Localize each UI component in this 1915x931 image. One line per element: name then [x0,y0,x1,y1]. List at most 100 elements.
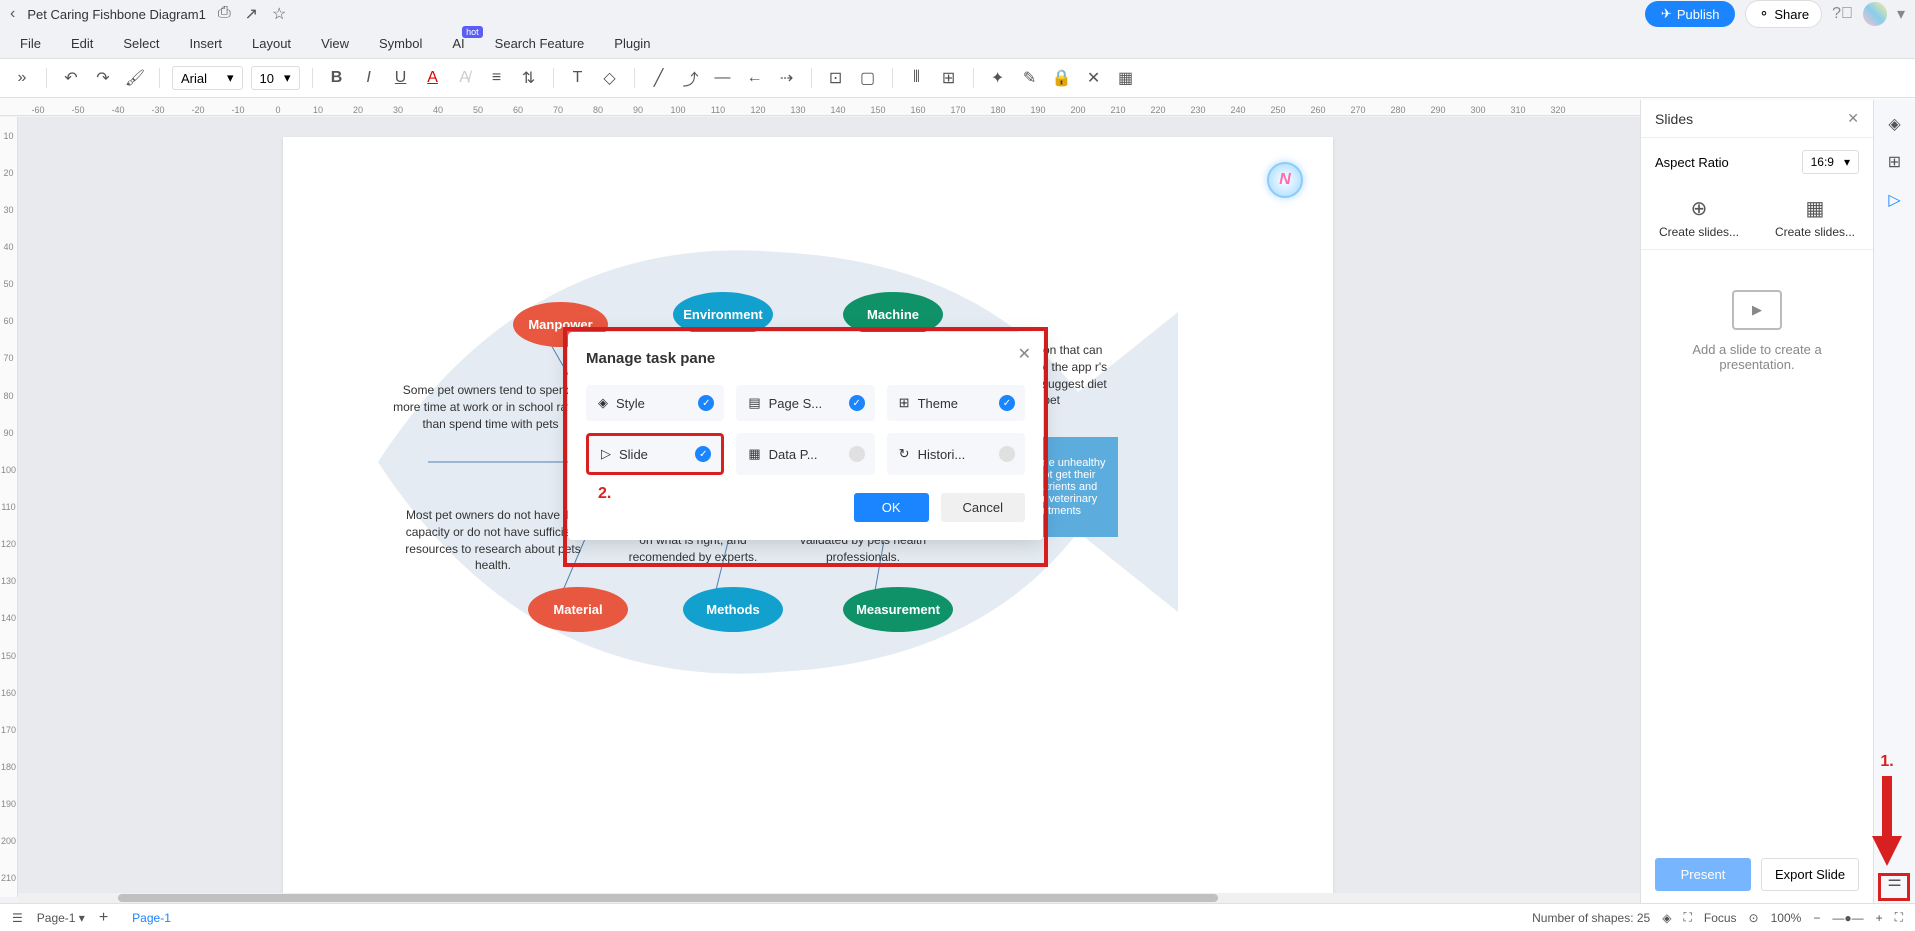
check-icon: ✓ [849,395,865,411]
zoom-out-icon[interactable]: − [1813,911,1820,925]
page-selector[interactable]: Page-1 ▾ [37,911,85,925]
menu-insert[interactable]: Insert [190,36,223,51]
layers-status-icon[interactable]: ◈ [1662,911,1671,925]
fill-icon[interactable]: ◈ [1883,112,1907,136]
pane-slide[interactable]: ▷ Slide✓ [586,433,724,475]
canvas-page[interactable]: Manpower Environment Machine Material Me… [283,137,1333,903]
brush-icon[interactable]: 🖌 [123,66,147,90]
share-arrow-icon[interactable]: ↗ [245,4,258,24]
menu-search-feature[interactable]: Search Feature [495,36,585,51]
menu-ai[interactable]: AIhot [452,36,464,51]
menu-ai-label: AI [452,36,464,51]
align-icon[interactable]: ≡ [485,66,509,90]
page-tab[interactable]: Page-1 [122,911,181,925]
effects-icon[interactable]: ✦ [986,66,1010,90]
panel-title: Slides [1655,111,1693,127]
menu-select[interactable]: Select [123,36,159,51]
shape-fill-icon[interactable]: ◇ [598,66,622,90]
font-selector[interactable]: Arial▾ [172,66,243,90]
edit-path-icon[interactable]: ✎ [1018,66,1042,90]
image-icon[interactable]: ▢ [856,66,880,90]
scrollbar-thumb[interactable] [118,894,1218,902]
presentation-mode-icon[interactable]: ▷ [1883,188,1907,212]
menu-view[interactable]: View [321,36,349,51]
publish-button[interactable]: ✈ Publish [1645,1,1736,27]
align-objects-icon[interactable]: ⫴ [905,66,929,90]
focus-label[interactable]: Focus [1704,911,1737,925]
annotation-2: 2. [598,485,611,503]
redo-icon[interactable]: ↷ [91,66,115,90]
zoom-level[interactable]: 100% [1771,911,1802,925]
bold-icon[interactable]: B [325,66,349,90]
underline-icon[interactable]: U [389,66,413,90]
cancel-button[interactable]: Cancel [941,493,1025,522]
panel-close-icon[interactable]: ✕ [1847,110,1859,127]
share-button[interactable]: ⚬ Share [1745,0,1822,28]
font-color-icon[interactable]: A [421,66,445,90]
pane-theme[interactable]: ⊞ Theme✓ [887,385,1025,421]
ruler-mark: 40 [3,228,13,265]
lock-icon[interactable]: 🔒 [1050,66,1074,90]
export-slide-button[interactable]: Export Slide [1761,858,1859,891]
undo-icon[interactable]: ↶ [59,66,83,90]
user-avatar[interactable] [1863,2,1887,26]
measurement-node[interactable]: Measurement [843,587,953,632]
dropdown-icon[interactable]: ▾ [1897,4,1905,24]
pane-history[interactable]: ↻ Histori... [887,433,1025,475]
ruler-mark: 0 [258,105,298,115]
play-icon[interactable]: ⊙ [1749,911,1759,925]
material-node[interactable]: Material [528,587,628,632]
grid-icon[interactable]: ⊞ [1883,150,1907,174]
back-icon[interactable]: ‹ [10,5,15,23]
ruler-mark: 320 [1538,105,1578,115]
line-style-icon[interactable]: — [711,66,735,90]
line-spacing-icon[interactable]: ⇅ [517,66,541,90]
focus-icon[interactable]: ⛶ [1683,910,1691,925]
menu-layout[interactable]: Layout [252,36,291,51]
menu-file[interactable]: File [20,36,41,51]
line-tool-icon[interactable]: ╱ [647,66,671,90]
crop-icon[interactable]: ⊡ [824,66,848,90]
text-tool-icon[interactable]: T [566,66,590,90]
annotation-arrow: 1. [1867,753,1907,871]
template-icon: ▦ [1775,196,1855,221]
ok-button[interactable]: OK [854,493,929,522]
zoom-in-icon[interactable]: + [1876,911,1883,925]
methods-node[interactable]: Methods [683,587,783,632]
layers-icon[interactable]: ▦ [1114,66,1138,90]
italic-icon[interactable]: I [357,66,381,90]
fullscreen-icon[interactable]: ⛶ [1895,910,1903,925]
ruler-mark: -30 [138,105,178,115]
horizontal-scrollbar[interactable] [18,893,1640,903]
ruler-mark: 210 [1,860,16,897]
arrow-start-icon[interactable]: ← [743,66,767,90]
expand-icon[interactable]: » [10,66,34,90]
text-manpower[interactable]: Some pet owners tend to spends more time… [393,382,588,432]
zoom-slider[interactable]: —●— [1832,911,1863,925]
menu-symbol[interactable]: Symbol [379,36,422,51]
tools-icon[interactable]: ✕ [1082,66,1106,90]
group-icon[interactable]: ⊞ [937,66,961,90]
canvas-area[interactable]: Manpower Environment Machine Material Me… [18,117,1640,903]
arrow-end-icon[interactable]: ⇢ [775,66,799,90]
present-button[interactable]: Present [1655,858,1751,891]
dialog-close-icon[interactable]: ✕ [1018,344,1031,364]
pane-style[interactable]: ◈ Style✓ [586,385,724,421]
help-icon[interactable]: ?⃝ [1832,5,1853,23]
clear-format-icon[interactable]: A̸ [453,66,477,90]
pane-data[interactable]: ▦ Data P... [736,433,874,475]
shape-count: Number of shapes: 25 [1532,911,1650,925]
ai-assistant-icon[interactable]: N [1267,162,1303,198]
create-slides-1[interactable]: ⊕Create slides... [1659,196,1739,239]
save-icon[interactable]: ⎙ [218,4,231,24]
menu-plugin[interactable]: Plugin [614,36,650,51]
add-page-icon[interactable]: + [99,909,108,927]
pane-page-setup[interactable]: ▤ Page S...✓ [736,385,874,421]
aspect-ratio-select[interactable]: 16:9▾ [1802,150,1859,174]
create-slides-2[interactable]: ▦Create slides... [1775,196,1855,239]
star-icon[interactable]: ☆ [272,4,286,24]
menu-edit[interactable]: Edit [71,36,93,51]
font-size-selector[interactable]: 10▾ [251,66,300,90]
connector-icon[interactable]: ⤴ [679,66,703,90]
outline-icon[interactable]: ☰ [12,911,23,925]
